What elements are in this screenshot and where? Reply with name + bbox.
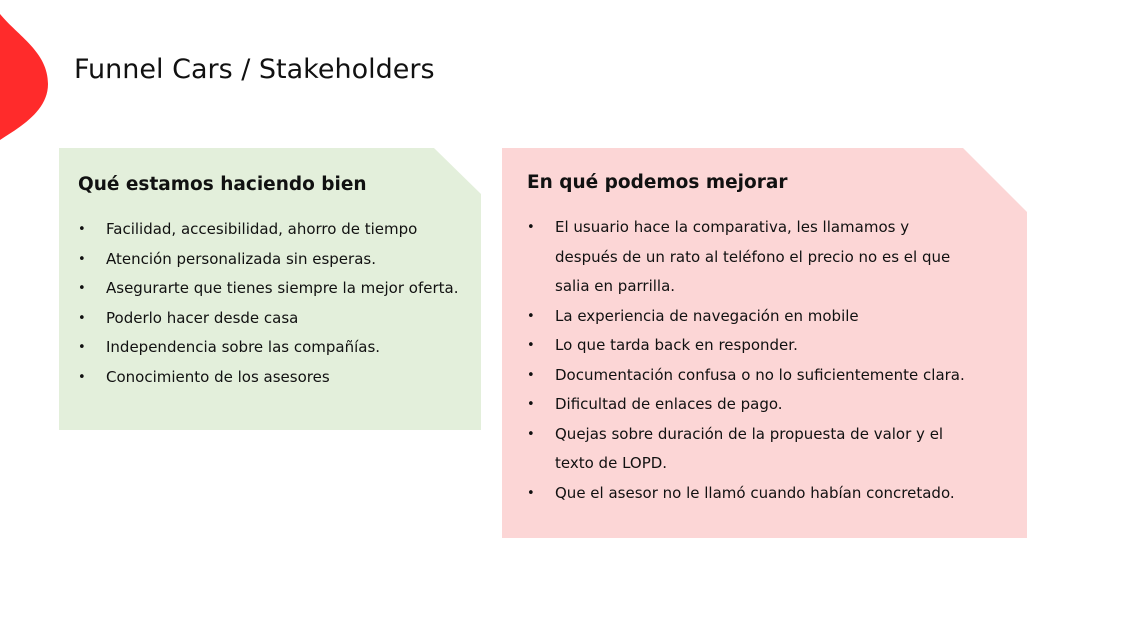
- list-item: • Quejas sobre duración de la propuesta d…: [527, 420, 975, 479]
- bullet-icon: •: [78, 281, 86, 296]
- list-item-text: Facilidad, accesibilidad, ahorro de tiem…: [106, 220, 418, 238]
- strengths-list: • Facilidad, accesibilidad, ahorro de tie…: [78, 215, 481, 392]
- bullet-icon: •: [527, 426, 535, 442]
- list-item: • Conocimiento de los asesores: [78, 363, 481, 393]
- list-item: • Dificultad de enlaces de pago.: [527, 390, 975, 420]
- list-item: • Asegurarte que tienes siempre la mejor …: [78, 274, 481, 304]
- list-item: • Independencia sobre las compañías.: [78, 333, 481, 363]
- list-item-text: Poderlo hacer desde casa: [106, 308, 299, 327]
- list-item: • Lo que tarda back en responder.: [527, 331, 975, 361]
- list-item-text: Documentación confusa o no lo suficiente…: [555, 365, 965, 384]
- list-item-text: Independencia sobre las compañías.: [106, 338, 381, 356]
- bullet-icon: •: [527, 485, 535, 501]
- list-item-text: Dificultad de enlaces de pago.: [555, 395, 783, 413]
- bullet-icon: •: [527, 338, 535, 353]
- bullet-icon: •: [527, 220, 535, 235]
- bullet-icon: •: [527, 397, 535, 412]
- bullet-icon: •: [78, 369, 86, 385]
- list-item: • Documentación confusa o no lo suficient…: [527, 361, 975, 391]
- list-item-text: Quejas sobre duración de la propuesta de…: [555, 424, 944, 473]
- bullet-icon: •: [527, 308, 535, 324]
- list-item-text: Conocimiento de los asesores: [106, 367, 330, 386]
- list-item: • La experiencia de navegación en mobile: [527, 302, 975, 332]
- strengths-panel: Qué estamos haciendo bien • Facilidad, ac…: [59, 148, 481, 430]
- list-item-text: Atención personalizada sin esperas.: [106, 249, 376, 268]
- improvements-heading: En qué podemos mejorar: [527, 172, 788, 193]
- strengths-heading: Qué estamos haciendo bien: [78, 174, 367, 195]
- bullet-icon: •: [527, 367, 535, 383]
- list-item-text: Asegurarte que tienes siempre la mejor o…: [106, 279, 459, 297]
- list-item-text: Lo que tarda back en responder.: [555, 336, 798, 354]
- page-title: Funnel Cars / Stakeholders: [74, 54, 435, 85]
- list-item: • Poderlo hacer desde casa: [78, 304, 481, 334]
- bullet-icon: •: [78, 310, 86, 326]
- list-item-text: Que el asesor no le llamó cuando habían …: [555, 483, 955, 502]
- red-accent-shape: [0, 14, 48, 140]
- list-item: • El usuario hace la comparativa, les lla…: [527, 213, 975, 302]
- improvements-list: • El usuario hace la comparativa, les lla…: [527, 213, 1027, 508]
- list-item: • Que el asesor no le llamó cuando habían…: [527, 479, 975, 509]
- list-item: • Facilidad, accesibilidad, ahorro de tie…: [78, 215, 481, 245]
- slide: Funnel Cars / Stakeholders Qué estamos h…: [0, 0, 1121, 630]
- bullet-icon: •: [78, 340, 86, 355]
- bullet-icon: •: [78, 251, 86, 267]
- list-item-text: La experiencia de navegación en mobile: [555, 306, 859, 325]
- improvements-panel: En qué podemos mejorar • El usuario hace …: [502, 148, 1027, 538]
- list-item: • Atención personalizada sin esperas.: [78, 245, 481, 275]
- list-item-text: El usuario hace la comparativa, les llam…: [555, 218, 951, 295]
- bullet-icon: •: [78, 222, 86, 237]
